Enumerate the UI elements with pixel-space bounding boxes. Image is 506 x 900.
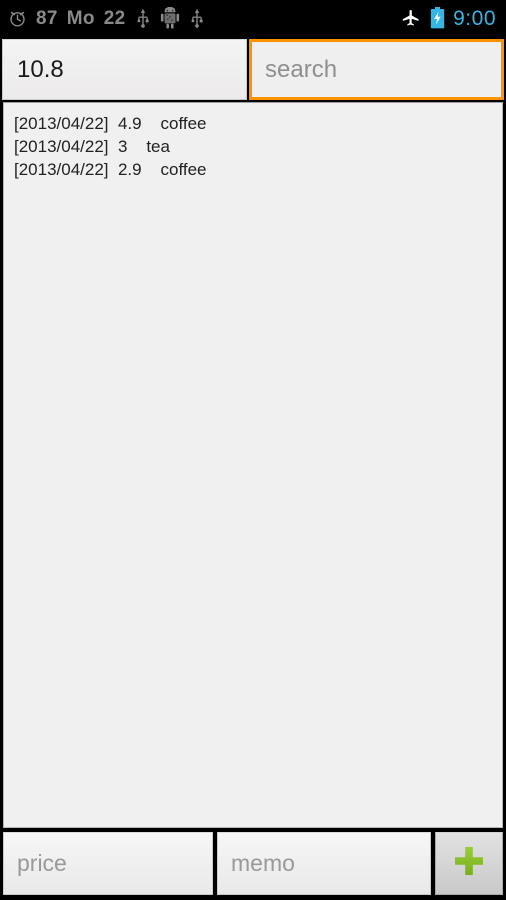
top-row: 10.8 <box>0 36 506 102</box>
price-field-wrapper[interactable] <box>3 832 213 895</box>
status-bar-clock: 9:00 <box>453 6 496 30</box>
list-item[interactable]: [2013/04/22] 4.9 coffee <box>4 112 502 135</box>
airplane-mode-icon <box>400 8 422 28</box>
usb-icon <box>135 8 151 28</box>
battery-charging-icon <box>430 7 445 29</box>
day-number-text: 22 <box>103 7 126 29</box>
add-entry-button[interactable] <box>435 832 503 895</box>
android-robot-icon <box>160 7 180 29</box>
memo-field-wrapper[interactable] <box>217 832 431 895</box>
total-amount-display: 10.8 <box>2 39 247 100</box>
list-item[interactable]: [2013/04/22] 2.9 coffee <box>4 158 502 181</box>
plus-icon <box>451 843 487 884</box>
status-bar-left: 87 Mo 22 <box>8 7 400 29</box>
battery-percent-text: 87 <box>36 7 58 29</box>
app-screen: 87 Mo 22 9:00 10.8 search [2013/04/22] 4… <box>0 0 506 900</box>
day-abbrev-text: Mo <box>66 7 95 29</box>
search-input[interactable] <box>265 55 488 84</box>
status-bar-right: 9:00 <box>400 7 496 29</box>
status-bar: 87 Mo 22 9:00 <box>0 0 506 36</box>
bottom-input-bar <box>0 828 506 900</box>
alarm-clock-icon <box>8 9 27 28</box>
list-item[interactable]: [2013/04/22] 3 tea <box>4 135 502 158</box>
usb-icon <box>189 8 205 28</box>
entry-list[interactable]: [2013/04/22] 4.9 coffee [2013/04/22] 3 t… <box>3 102 503 828</box>
search-field-wrapper[interactable] <box>249 39 504 100</box>
price-input[interactable] <box>17 850 199 877</box>
memo-input[interactable] <box>231 850 417 877</box>
